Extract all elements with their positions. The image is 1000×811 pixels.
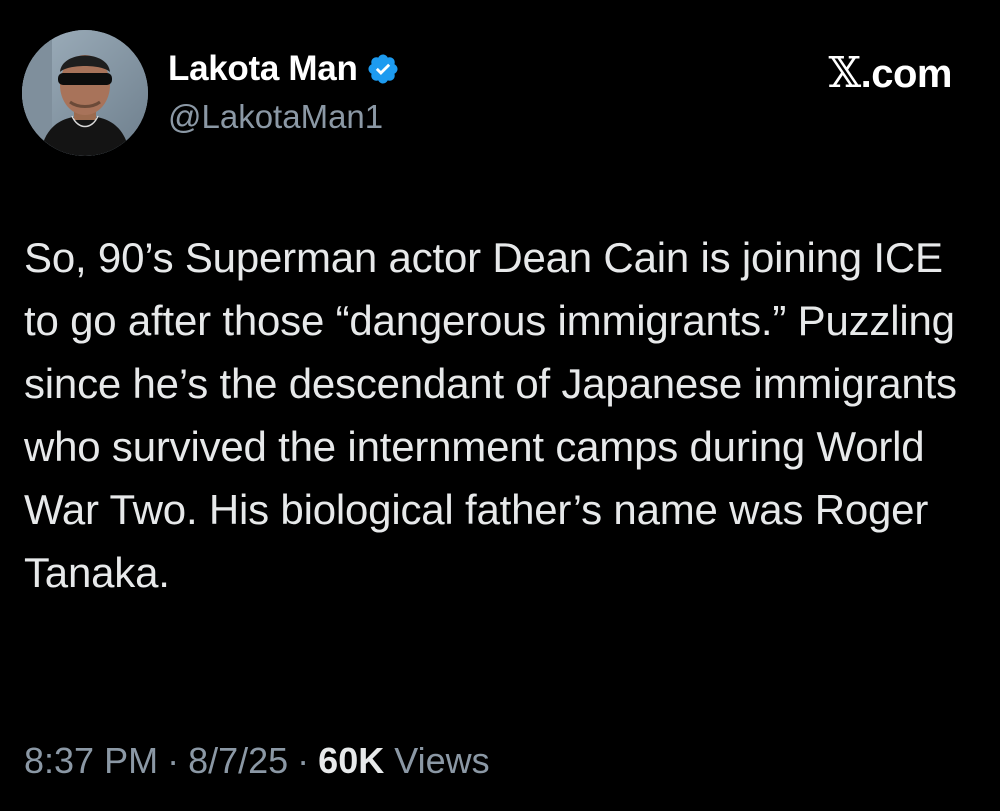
views-count: 60K — [318, 740, 385, 781]
views-label: Views — [394, 740, 490, 781]
verified-badge-icon — [366, 52, 400, 86]
author-handle[interactable]: @LakotaMan1 — [168, 98, 383, 136]
x-site-label: 𝕏.com — [828, 48, 953, 97]
site-domain-text: .com — [860, 52, 953, 96]
author-display-name[interactable]: Lakota Man — [168, 49, 358, 89]
meta-separator: · — [167, 740, 180, 781]
avatar-photo-icon — [22, 30, 148, 156]
tweet-body-text: So, 90’s Superman actor Dean Cain is joi… — [24, 234, 957, 596]
x-logo-icon: 𝕏 — [828, 48, 862, 97]
tweet-card: Lakota Man @LakotaMan1 𝕏.com So, 90’s Su… — [0, 0, 1000, 811]
meta-separator: · — [297, 740, 310, 781]
tweet-time[interactable]: 8:37 PM — [24, 740, 158, 782]
tweet-meta: 8:37 PM · 8/7/25 · 60K Views — [24, 736, 490, 786]
tweet-date[interactable]: 8/7/25 — [188, 740, 288, 782]
author-name-row: Lakota Man — [168, 46, 400, 92]
author-avatar[interactable] — [22, 30, 148, 156]
